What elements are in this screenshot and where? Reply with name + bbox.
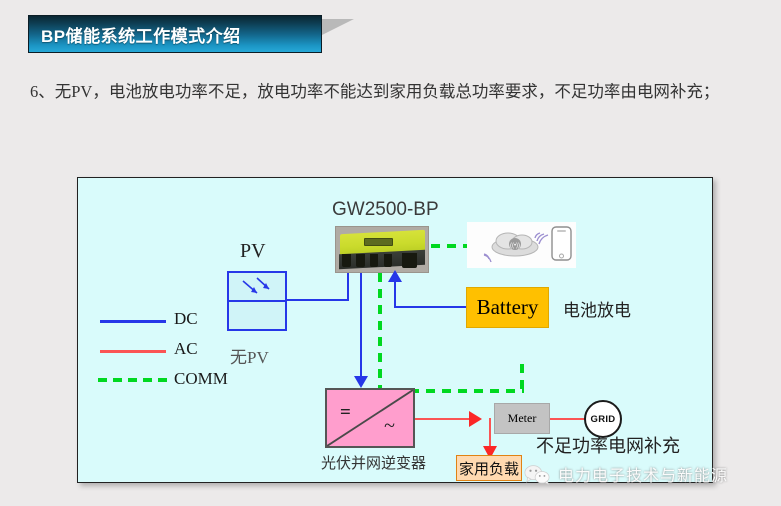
battery-box: Battery xyxy=(466,287,549,328)
pv-title: PV xyxy=(240,240,266,262)
title-bar: BP储能系统工作模式介绍 xyxy=(28,15,322,53)
wechat-icon xyxy=(524,464,550,485)
legend-label-dc: DC xyxy=(174,309,198,328)
wire-pv-to-inverter-h xyxy=(287,299,349,301)
legend-label-comm: COMM xyxy=(174,369,228,388)
wire-battery-to-inverter-v xyxy=(394,282,396,308)
home-load-box: 家用负载 xyxy=(456,455,522,481)
battery-note: 电池放电 xyxy=(563,301,631,320)
inverter-device-image xyxy=(335,226,429,273)
pv-irradiance-arrows-icon xyxy=(242,277,270,294)
inverter-connector-large xyxy=(402,252,417,268)
grid-tie-converter: = ~ xyxy=(325,388,415,448)
inverter-connector xyxy=(383,254,393,267)
wire-meter-to-grid xyxy=(550,418,588,420)
inverter-title: GW2500-BP xyxy=(332,199,439,220)
arrow-battery-discharge xyxy=(388,270,402,282)
cloud-wifi-phone-icon: ((•)) xyxy=(483,226,572,263)
cloud-monitoring-panel: ((•)) xyxy=(467,222,576,268)
wire-battery-to-inverter-h xyxy=(394,306,466,308)
converter-caption: 光伏并网逆变器 xyxy=(321,456,427,472)
converter-dc-symbol: = xyxy=(340,402,351,423)
footer-text: 电力电子技术与新能源 xyxy=(558,468,729,485)
slide-canvas: BP储能系统工作模式介绍 6、无PV，电池放电功率不足，放电功率不能达到家用负载… xyxy=(0,0,781,506)
page-title: BP储能系统工作模式介绍 xyxy=(41,26,241,46)
title-shadow-triangle xyxy=(320,19,354,36)
arrow-dc-to-converter xyxy=(354,376,368,388)
comm-line-vertical-inverter xyxy=(378,273,382,392)
wire-inverter-to-converter xyxy=(360,273,362,380)
legend-label-ac: AC xyxy=(174,339,198,358)
pv-status-label: 无PV xyxy=(230,348,269,367)
footer-brand: 电力电子技术与新能源 xyxy=(524,462,728,486)
inverter-connector xyxy=(342,254,351,267)
pv-panel-divider xyxy=(227,300,287,302)
comm-line-vertical-meter xyxy=(520,364,524,393)
legend-swatch-ac xyxy=(100,350,166,353)
svg-text:((•)): ((•)) xyxy=(510,243,520,249)
converter-ac-symbol: ~ xyxy=(384,415,395,437)
inverter-connector xyxy=(356,254,365,267)
inverter-connector xyxy=(370,254,379,267)
system-diagram: DC AC COMM PV 无PV GW2500-BP ((•)) Batter… xyxy=(77,177,713,483)
meter-box: Meter xyxy=(494,403,550,434)
title-banner: BP储能系统工作模式介绍 xyxy=(28,15,354,53)
body-paragraph: 6、无PV，电池放电功率不足，放电功率不能达到家用负载总功率要求，不足功率由电网… xyxy=(30,82,720,101)
legend-swatch-comm xyxy=(98,378,168,382)
legend-swatch-dc xyxy=(100,320,166,323)
arrow-ac-right xyxy=(469,411,482,427)
grid-note: 不足功率电网补充 xyxy=(536,436,680,456)
inverter-display-icon xyxy=(363,237,394,246)
